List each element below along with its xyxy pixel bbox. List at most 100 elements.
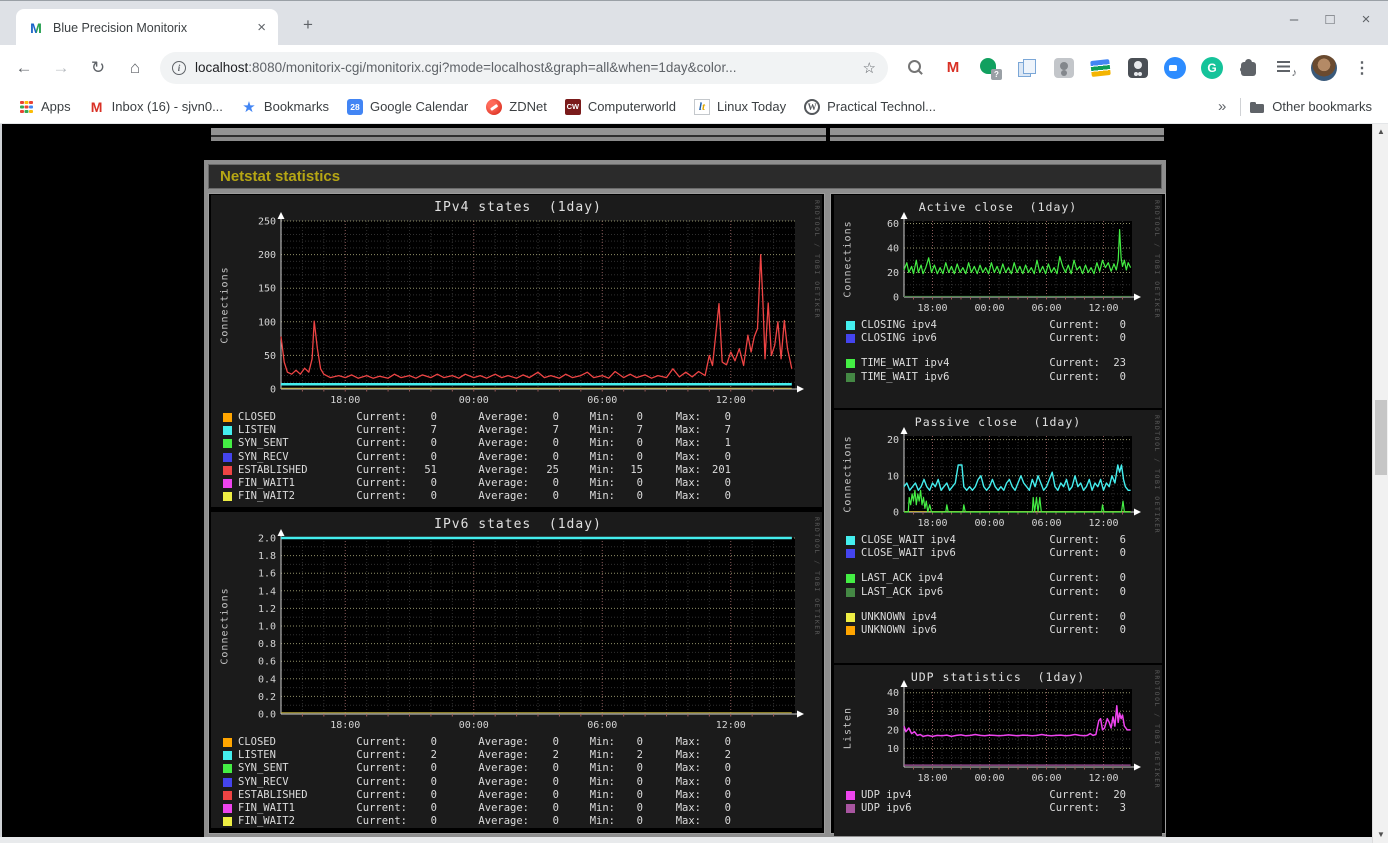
legend-row: FIN_WAIT1 Current: 0 Average: 0 Min: 0 Max: 0 [223,802,822,815]
svg-text:00:00: 00:00 [974,773,1004,784]
reload-button[interactable]: ↻ [85,58,111,78]
legend-value: 0 [430,450,437,463]
legend-key: Max: [675,437,701,450]
scroll-up-arrow-icon[interactable]: ▲ [1373,124,1388,140]
legend-value: 0 [724,762,731,775]
legend-value: 0 [552,450,559,463]
svg-text:06:00: 06:00 [587,395,617,406]
legend-row: SYN_SENT Current: 0 Average: 0 Min: 0 Max: 0 [223,762,822,775]
back-button[interactable]: ← [11,58,37,78]
menu-icon[interactable]: ⋮ [1350,56,1374,80]
legend-value: 23 [1113,357,1126,370]
home-button[interactable]: ⌂ [122,58,148,78]
gmail-icon[interactable]: M [941,56,965,80]
bookmark-star-icon[interactable]: ☆ [863,59,876,77]
hangouts-icon[interactable]: ? [978,56,1002,80]
legend-key: Current: [1049,610,1100,623]
legend-value: 0 [1119,370,1126,383]
avatar-icon[interactable] [1311,54,1337,81]
legend-key: Current: [356,477,407,490]
chart-plot-ipv6: 0.0 0.2 0.4 0.6 0.8 1.0 1.2 1.4 1.6 1.8 2.0 18:00 00… [258,529,804,731]
new-tab-button[interactable]: + [296,15,320,35]
legend-row: FIN_WAIT2 Current: 0 Average: 0 Min: 0 Max: 0 [223,815,822,828]
legend-key: Current: [356,762,407,775]
url-text[interactable]: localhost:8080/monitorix-cgi/monitorix.c… [195,60,863,75]
bookmark-item-star[interactable]: ★ Bookmarks [241,99,329,116]
legend-color-swatch [846,536,855,546]
chart-ipv4: IPv4 states (1day) Connections 0 50 100 150 20… [211,195,822,507]
legend-key: Average: [478,477,529,490]
search-icon[interactable] [904,56,928,80]
legend-value: 2 [636,749,643,762]
scroll-down-arrow-icon[interactable]: ▼ [1373,827,1388,843]
legend-color-swatch [846,321,855,331]
legend-key: Max: [675,749,701,762]
legend-value: 0 [724,450,731,463]
bookmarks-overflow-chevron[interactable]: » [1212,98,1232,115]
scrollbar-thumb[interactable] [1375,400,1387,475]
legend-value: 0 [552,802,559,815]
legend-value: 0 [636,736,643,749]
svg-text:12:00: 12:00 [716,720,746,731]
rrdtool-watermark: RRDTOOL / TOBI OETIKER [813,200,821,320]
contact-icon[interactable] [1052,56,1076,80]
books-icon[interactable] [1089,56,1113,80]
bookmark-label: Bookmarks [263,99,329,114]
legend-key: Current: [356,802,407,815]
legend-color-swatch [846,549,855,559]
grammarly-glyph: G [1207,60,1217,75]
other-bookmarks-button[interactable]: Other bookmarks [1249,99,1372,115]
legend-key: Current: [356,775,407,788]
legend-value: 0 [636,775,643,788]
bookmark-item-apps[interactable]: Apps [18,99,71,115]
legend-row: SYN_SENT Current: 0 Average: 0 Min: 0 Max: 1 [223,437,822,450]
legend-value: 2 [552,749,559,762]
legend-key: Current: [1049,319,1100,332]
browser-tab[interactable]: M M Blue Precision Monitorix × [16,9,278,46]
grammarly-icon[interactable]: G [1200,56,1224,80]
puzzle-icon[interactable] [1237,56,1261,80]
bookmark-item-linuxtoday[interactable]: l t Linux Today [693,98,786,115]
zoom-icon[interactable] [1163,56,1187,80]
bookmark-item-cw[interactable]: CW Computerworld [564,98,676,115]
address-bar[interactable]: i localhost:8080/monitorix-cgi/monitorix… [160,51,888,84]
svg-text:1.4: 1.4 [258,586,276,597]
bookmark-item-gmail[interactable]: M Inbox (16) - sjvn0... [89,99,223,115]
minimize-button[interactable]: – [1286,11,1302,28]
svg-text:18:00: 18:00 [330,395,360,406]
legend-color-swatch [846,372,855,382]
forward-button[interactable]: → [48,58,74,78]
legend-key: Average: [478,802,529,815]
legend-row: UNKNOWN ipv4 Current: 0 [846,611,1162,624]
legend-value: 0 [1119,585,1126,598]
page-info-icon[interactable]: i [172,60,186,75]
legend-key: Average: [478,437,529,450]
legend-key: Current: [356,424,407,437]
previous-section-bottom-right [830,128,1164,141]
bookmark-item-calendar[interactable]: 28 Google Calendar [346,98,469,115]
close-button[interactable]: × [1358,11,1374,28]
legend-color-swatch [223,452,232,462]
legend-key: Current: [1049,789,1100,802]
legend-label: TIME_WAIT ipv6 [861,370,950,383]
rrdtool-watermark: RRDTOOL / TOBI OETIKER [1153,415,1161,535]
legend-label: CLOSED [238,411,276,424]
playlist-icon[interactable]: ♪ [1274,56,1298,80]
legend-color-swatch [223,479,232,489]
copy-icon[interactable] [1015,56,1039,80]
legend-row: LISTEN Current: 2 Average: 2 Min: 2 Max: 2 [223,749,822,762]
legend-color-swatch [223,817,232,827]
tab-close-icon[interactable]: × [253,19,270,36]
maximize-button[interactable]: □ [1322,11,1338,28]
legend-value: 15 [630,463,643,476]
legend-key: Average: [478,450,529,463]
legend-key: Max: [675,424,701,437]
vertical-scrollbar[interactable]: ▲ ▼ [1372,124,1388,843]
bookmark-item-wordpress[interactable]: W Practical Technol... [804,98,936,115]
svg-text:60: 60 [887,219,899,230]
notes-icon[interactable] [1126,56,1150,80]
bookmark-item-zdnet[interactable]: ZDNet [486,98,547,115]
bookmark-label: Google Calendar [369,99,469,114]
section-header: Netstat statistics [208,164,1162,189]
legend-row: UDP ipv4 Current: 20 [846,789,1162,802]
